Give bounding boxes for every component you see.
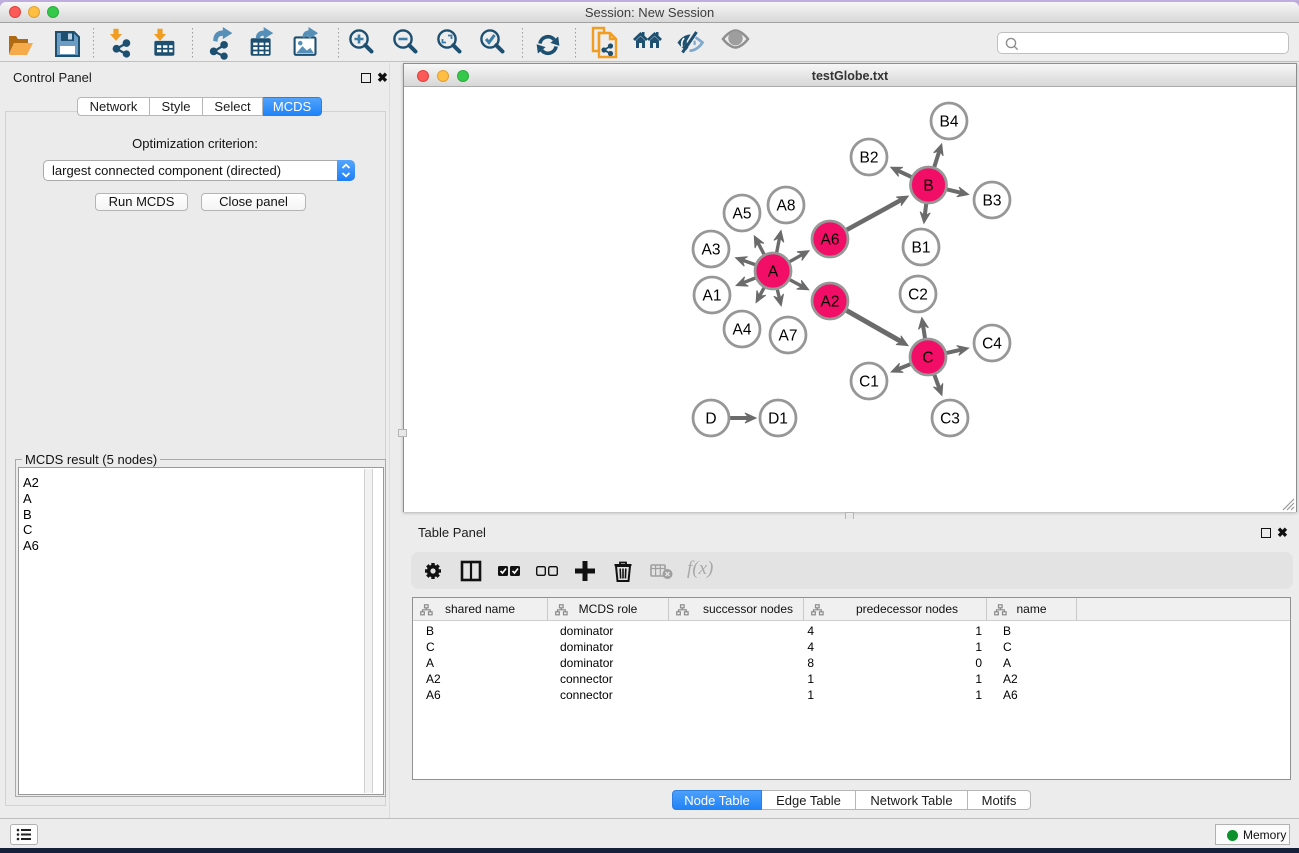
svg-text:C: C [922, 350, 933, 367]
svg-text:D1: D1 [768, 411, 788, 428]
svg-text:A2: A2 [821, 294, 840, 311]
svg-text:C1: C1 [859, 374, 879, 391]
svg-text:B1: B1 [912, 240, 931, 257]
svg-text:C4: C4 [982, 336, 1002, 353]
svg-text:B3: B3 [983, 193, 1002, 210]
svg-text:B: B [923, 178, 933, 195]
svg-text:C3: C3 [940, 411, 960, 428]
svg-text:A: A [768, 264, 779, 281]
svg-text:A5: A5 [733, 206, 752, 223]
svg-text:A6: A6 [821, 232, 840, 249]
svg-text:B4: B4 [940, 114, 959, 131]
svg-text:A3: A3 [702, 242, 721, 259]
svg-text:D: D [705, 411, 716, 428]
svg-text:B2: B2 [860, 150, 879, 167]
svg-text:A7: A7 [779, 328, 798, 345]
svg-text:A8: A8 [777, 198, 796, 215]
svg-text:A4: A4 [733, 322, 752, 339]
svg-text:C2: C2 [908, 287, 928, 304]
svg-text:A1: A1 [703, 288, 722, 305]
